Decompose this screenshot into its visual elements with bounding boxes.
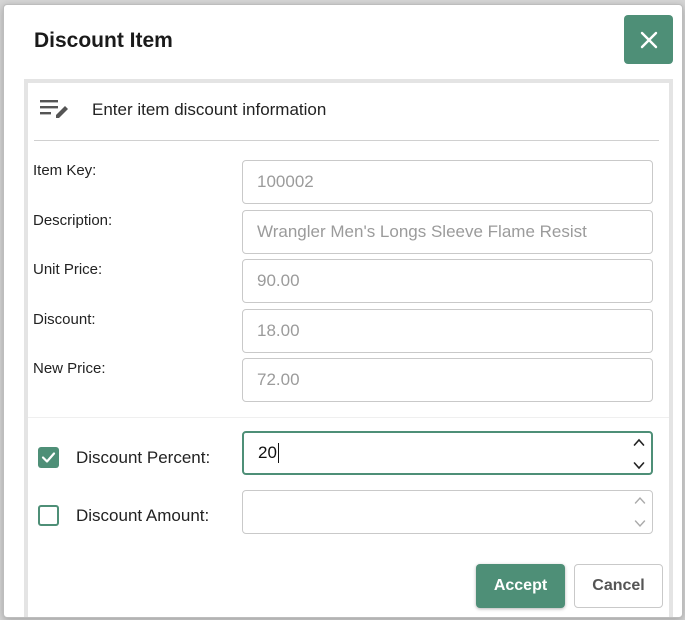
cancel-button[interactable]: Cancel — [574, 564, 663, 608]
dialog-header: Discount Item — [4, 5, 682, 79]
discount-percent-label: Discount Percent: — [76, 447, 211, 467]
item-key-label: Item Key: — [33, 162, 97, 179]
text-caret — [277, 443, 279, 463]
discount-percent-input[interactable]: 20 — [242, 431, 653, 475]
discount-percent-checkbox[interactable] — [38, 447, 59, 468]
discount-amount-spinner[interactable] — [634, 495, 646, 529]
new-price-label: New Price: — [33, 360, 106, 377]
form-heading: Enter item discount information — [34, 89, 659, 141]
edit-list-icon — [40, 100, 68, 118]
close-button[interactable] — [624, 15, 673, 64]
new-price-field: 72.00 — [242, 358, 653, 402]
unit-price-label: Unit Price: — [33, 261, 103, 278]
checkmark-icon — [41, 452, 56, 463]
description-label: Description: — [33, 212, 113, 229]
discount-percent-option[interactable]: Discount Percent: — [38, 447, 210, 468]
accept-button[interactable]: Accept — [476, 564, 565, 608]
discount-amount-option[interactable]: Discount Amount: — [38, 505, 209, 526]
chevron-up-icon[interactable] — [634, 495, 646, 505]
unit-price-field: 90.00 — [242, 259, 653, 303]
form-heading-text: Enter item discount information — [92, 100, 327, 119]
discount-amount-checkbox[interactable] — [38, 505, 59, 526]
dialog-title: Discount Item — [34, 29, 173, 52]
item-key-field: 100002 — [242, 160, 653, 204]
chevron-down-icon[interactable] — [634, 519, 646, 529]
discount-field: 18.00 — [242, 309, 653, 353]
close-icon — [640, 31, 657, 48]
chevron-down-icon[interactable] — [633, 461, 645, 471]
chevron-up-icon[interactable] — [633, 437, 645, 447]
discount-label: Discount: — [33, 311, 96, 328]
description-field: Wrangler Men's Longs Sleeve Flame Resist — [242, 210, 653, 254]
section-divider — [28, 417, 669, 418]
discount-item-dialog: Discount Item Enter item discount inform… — [3, 4, 683, 618]
discount-percent-spinner[interactable] — [633, 437, 645, 471]
discount-form-panel: Enter item discount information Item Key… — [24, 79, 673, 617]
discount-percent-value: 20 — [258, 443, 277, 462]
discount-amount-input[interactable] — [242, 490, 653, 534]
discount-amount-label: Discount Amount: — [76, 505, 210, 525]
